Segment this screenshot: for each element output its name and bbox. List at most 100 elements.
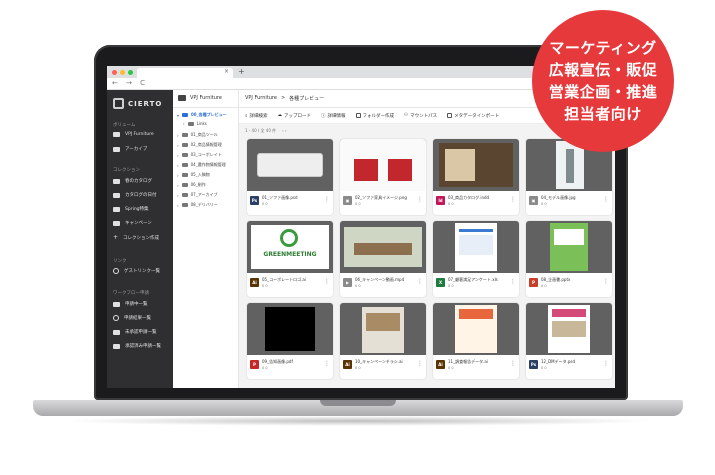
- asset-thumbnail[interactable]: [526, 303, 612, 355]
- breadcrumb-current: 各種プレビュー: [289, 96, 325, 102]
- tree-title[interactable]: VPJ Furniture: [178, 95, 222, 101]
- reaction-counts: 0 0: [448, 366, 454, 370]
- maximize-window-icon[interactable]: [128, 70, 133, 75]
- file-type-icon: X: [436, 278, 445, 287]
- tree-item[interactable]: › 08_デリバリー: [177, 202, 218, 208]
- asset-thumbnail[interactable]: [433, 303, 519, 355]
- asset-card[interactable]: P 08_企画書.pptx 0 0 ⋮: [526, 221, 612, 297]
- sidebar-item[interactable]: 申請中一覧: [113, 301, 148, 307]
- asset-card[interactable]: Ai 11_調査報告データ.ai 0 0 ⋮: [433, 303, 519, 379]
- asset-card[interactable]: Id 03_商品カタログ.indd 0 0 ⋮: [433, 139, 519, 215]
- asset-card[interactable]: P 09_告知画像.pdf 0 0 ⋮: [247, 303, 333, 379]
- chevron-right-icon: ›: [177, 142, 179, 148]
- tree-item[interactable]: › 01_商品ツール: [177, 132, 218, 138]
- asset-caption: ▣ 04_モデル画像.jpg 0 0 ⋮: [526, 191, 612, 215]
- sidebar-item-label: キャンペーン: [125, 221, 152, 226]
- sidebar-item-label: アーカイブ: [125, 147, 148, 152]
- details-button[interactable]: ⓘ 詳細情報: [321, 113, 346, 119]
- file-name: 03_商品カタログ.indd: [448, 195, 490, 200]
- folder-icon: [187, 121, 194, 126]
- sidebar-item[interactable]: VPJ Furniture: [113, 132, 154, 137]
- more-options-icon[interactable]: ⋮: [603, 196, 609, 203]
- more-options-icon[interactable]: ⋮: [417, 196, 423, 203]
- asset-card[interactable]: Ps 01_ソファ画像.psd 0 0 ⋮: [247, 139, 333, 215]
- folder-tree: VPJ Furniture ▾ 00_各種プレビュー › Links › 01_商品ツ…: [173, 90, 239, 388]
- sidebar-item[interactable]: カタログの日付: [113, 192, 157, 198]
- sidebar-item[interactable]: + コレクション作成: [113, 234, 159, 241]
- folder-icon: [181, 173, 188, 177]
- sidebar-item[interactable]: 未承認申請一覧: [113, 329, 157, 335]
- advanced-search-button[interactable]: ⌕ 詳細検索: [245, 113, 268, 119]
- sidebar-item-label: 申請中一覧: [125, 302, 148, 307]
- more-options-icon[interactable]: ⋮: [324, 278, 330, 285]
- tree-item-selected[interactable]: ▾ 00_各種プレビュー: [177, 112, 227, 118]
- asset-thumbnail[interactable]: [340, 139, 426, 191]
- asset-caption: Ps 12_DMデータ.psd 0 0 ⋮: [526, 355, 612, 379]
- more-options-icon[interactable]: ⋮: [510, 278, 516, 285]
- more-options-icon[interactable]: ⋮: [417, 360, 423, 367]
- breadcrumb-item[interactable]: VPJ Furniture: [245, 95, 277, 102]
- tree-item[interactable]: › 07_アーカイブ: [177, 192, 217, 198]
- more-options-icon[interactable]: ⋮: [417, 278, 423, 285]
- laptop-promo: × + ← → C CIERTO ボリューム VPJ Furniture アーカ…: [0, 0, 715, 475]
- new-tab-button[interactable]: +: [238, 67, 245, 76]
- chevron-right-icon: ›: [177, 152, 179, 158]
- asset-card[interactable]: ▣ 02_ソファ家具イメージ.png 0 0 ⋮: [340, 139, 426, 215]
- asset-thumbnail[interactable]: [433, 221, 519, 273]
- nav-buttons[interactable]: ← → C: [112, 79, 148, 87]
- chevron-right-icon: ›: [177, 202, 179, 208]
- asset-card[interactable]: GREENMEETING Ai 05_コーポレートロゴ.ai 0 0 ⋮: [247, 221, 333, 297]
- more-options-icon[interactable]: ⋮: [324, 360, 330, 367]
- sidebar-item[interactable]: アーカイブ: [113, 146, 147, 152]
- close-tab-icon[interactable]: ×: [224, 68, 229, 75]
- asset-thumbnail[interactable]: [526, 221, 612, 273]
- tree-item[interactable]: › 03_コーポレイト: [177, 152, 222, 158]
- more-options-icon[interactable]: ⋮: [510, 196, 516, 203]
- sidebar-item[interactable]: Spring特集: [113, 206, 149, 212]
- sidebar: CIERTO ボリューム VPJ Furniture アーカイブ コレクション …: [107, 90, 173, 388]
- close-window-icon[interactable]: [112, 70, 117, 75]
- sidebar-item-label: VPJ Furniture: [125, 132, 154, 137]
- tree-item[interactable]: › 06_制作: [177, 182, 206, 188]
- reaction-counts: 0 0: [355, 366, 361, 370]
- section-label: ボリューム: [113, 123, 136, 128]
- more-options-icon[interactable]: ⋮: [324, 196, 330, 203]
- asset-thumbnail[interactable]: [433, 139, 519, 191]
- create-folder-button[interactable]: フォルダー作成: [355, 113, 394, 119]
- asset-thumbnail[interactable]: [340, 221, 426, 273]
- upload-button[interactable]: ☁ アップロード: [278, 113, 312, 119]
- mount-path-button[interactable]: ⚇ マウントパス: [404, 113, 437, 119]
- tree-item-label: 00_各種プレビュー: [191, 112, 227, 117]
- sidebar-item[interactable]: ゲストリンク一覧: [113, 268, 160, 274]
- sidebar-item[interactable]: 承認済み申請一覧: [113, 343, 161, 349]
- more-options-icon[interactable]: ⋮: [603, 278, 609, 285]
- tree-item[interactable]: › 02_商品情報管理: [177, 142, 222, 148]
- browser-tab[interactable]: ×: [137, 68, 233, 78]
- asset-card[interactable]: Ps 12_DMデータ.psd 0 0 ⋮: [526, 303, 612, 379]
- app-window: CIERTO ボリューム VPJ Furniture アーカイブ コレクション …: [107, 90, 615, 388]
- sidebar-item[interactable]: キャンペーン: [113, 220, 152, 226]
- more-options-icon[interactable]: ⋮: [510, 360, 516, 367]
- sidebar-item[interactable]: 春のカタログ: [113, 178, 152, 184]
- pager-arrows[interactable]: ‹ ›: [282, 128, 286, 134]
- asset-card[interactable]: Ai 10_キャンペーンチラシ.ai 0 0 ⋮: [340, 303, 426, 379]
- plus-icon: +: [113, 234, 119, 241]
- asset-thumbnail[interactable]: [340, 303, 426, 355]
- tree-item[interactable]: › Links: [183, 121, 207, 126]
- tree-item[interactable]: › 05_入稿物: [177, 172, 210, 178]
- window-controls: [112, 70, 133, 75]
- tree-item[interactable]: › 04_農作物情報管理: [177, 162, 226, 168]
- result-count: 1 - 40 / 全 40 件 ‹ ›: [245, 128, 287, 134]
- asset-thumbnail[interactable]: [247, 303, 333, 355]
- minimize-window-icon[interactable]: [120, 70, 125, 75]
- asset-thumbnail[interactable]: [247, 139, 333, 191]
- sidebar-item-label: カタログの日付: [125, 193, 157, 198]
- metadata-import-button[interactable]: メタデータインポート: [447, 113, 499, 119]
- sidebar-item[interactable]: 申請結果一覧: [113, 315, 151, 321]
- asset-card[interactable]: X 07_顧客満足アンケート.xls 0 0 ⋮: [433, 221, 519, 297]
- asset-thumbnail[interactable]: GREENMEETING: [247, 221, 333, 273]
- breadcrumb: VPJ Furniture > 各種プレビュー: [245, 95, 324, 102]
- asset-card[interactable]: ▶ 06_キャンペーン動画.mp4 0 0 ⋮: [340, 221, 426, 297]
- tree-item-label: Links: [196, 121, 207, 126]
- more-options-icon[interactable]: ⋮: [603, 360, 609, 367]
